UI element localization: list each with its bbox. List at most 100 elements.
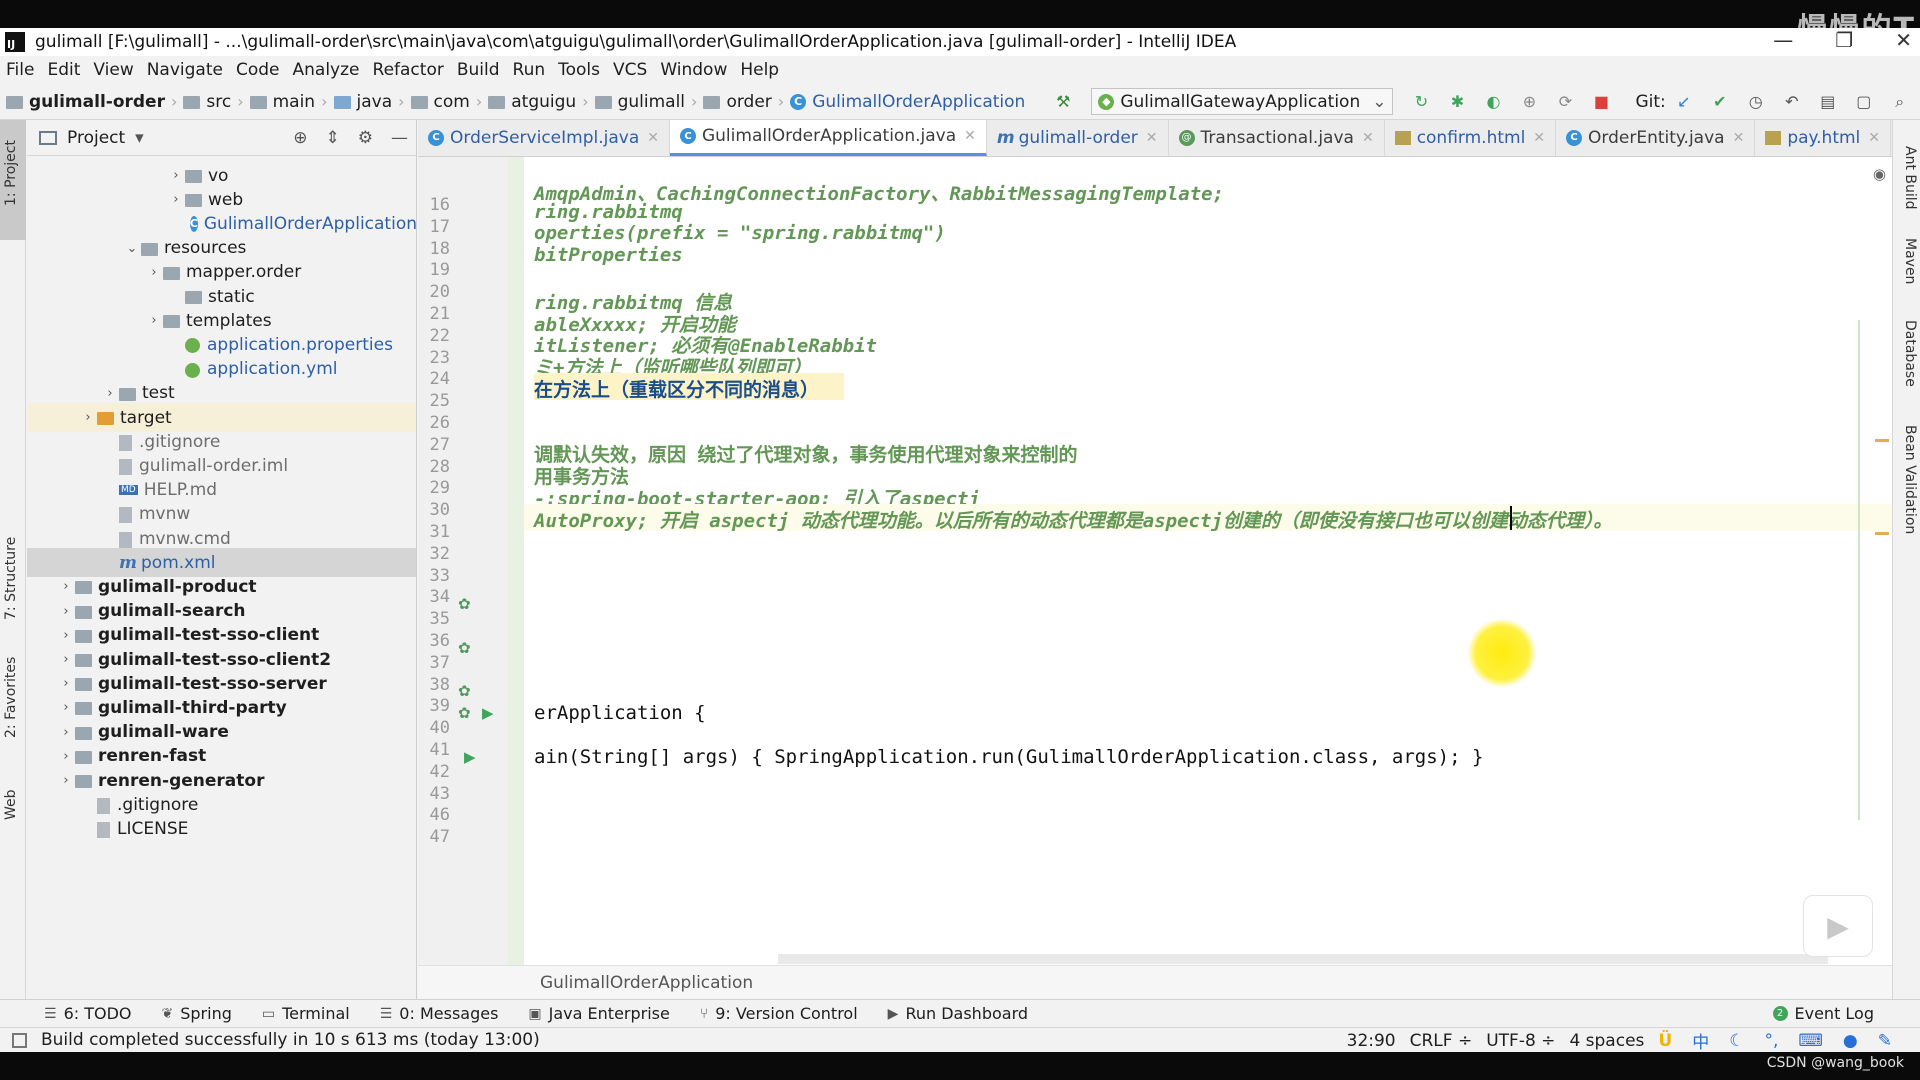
tool-window-project[interactable]: 1: Project [3, 140, 19, 206]
menu-analyze[interactable]: Analyze [293, 60, 360, 80]
search-icon[interactable]: ⌕ [1888, 90, 1912, 114]
menu-vcs[interactable]: VCS [613, 60, 647, 80]
tool-window-favorites[interactable]: 2: Favorites [3, 657, 19, 738]
layout-icon[interactable]: ▢ [1852, 90, 1876, 114]
expand-arrow-icon[interactable]: › [57, 749, 75, 764]
expand-arrow-icon[interactable]: › [57, 773, 75, 788]
status-toggle-icon[interactable] [12, 1032, 27, 1048]
git-commit-icon[interactable]: ✔ [1708, 90, 1732, 114]
line-separator[interactable]: CRLF ÷ [1410, 1031, 1473, 1051]
nav-project[interactable]: gulimall-order [6, 92, 165, 112]
expand-arrow-icon[interactable]: › [145, 313, 163, 328]
menu-build[interactable]: Build [457, 60, 500, 80]
close-icon[interactable]: ✕ [1533, 130, 1545, 146]
expand-arrow-icon[interactable]: › [167, 192, 185, 207]
tool-window-maven[interactable]: Maven [1902, 238, 1918, 284]
menu-view[interactable]: View [93, 60, 133, 80]
tool-messages[interactable]: ☰ 0: Messages [380, 1004, 499, 1023]
nav-crumb-java[interactable]: java [357, 92, 393, 112]
nav-crumb-main[interactable]: main [273, 92, 315, 112]
maximize-icon[interactable]: ❐ [1835, 28, 1853, 52]
run-config-select[interactable]: ◆ GulimallGatewayApplication ⌄ [1091, 88, 1394, 115]
menu-help[interactable]: Help [740, 60, 779, 80]
expand-arrow-icon[interactable]: ⌄ [123, 241, 141, 256]
expand-arrow-icon[interactable]: › [57, 676, 75, 691]
menu-edit[interactable]: Edit [47, 60, 80, 80]
menu-file[interactable]: File [6, 60, 34, 80]
gear-icon[interactable]: ⚙ [358, 128, 373, 148]
tool-window-structure[interactable]: 7: Structure [3, 537, 19, 620]
tool-window-bean-validation[interactable]: Bean Validation [1902, 425, 1918, 534]
ime-toolbar[interactable]: Ü 中 ☾ °, ⌨ ● ✎ [1658, 1028, 1906, 1053]
expand-arrow-icon[interactable]: › [57, 579, 75, 594]
menu-run[interactable]: Run [513, 60, 546, 80]
expand-arrow-icon[interactable]: › [57, 628, 75, 643]
nav-crumb-gulimall[interactable]: gulimall [618, 92, 685, 112]
close-icon[interactable]: ✕ [1362, 130, 1374, 146]
close-icon[interactable]: ✕ [1733, 130, 1745, 146]
expand-arrow-icon[interactable]: › [167, 168, 185, 183]
git-rollback-icon[interactable]: ↶ [1780, 90, 1804, 114]
tool-window-web[interactable]: Web [3, 789, 19, 820]
tab-gulimall-order-pom[interactable]: m gulimall-order ✕ [987, 120, 1169, 156]
tab-order-service-impl[interactable]: C OrderServiceImpl.java ✕ [418, 120, 670, 156]
tool-spring[interactable]: ❦ Spring [162, 1004, 232, 1023]
debug-icon[interactable]: ✱ [1445, 90, 1469, 114]
menu-refactor[interactable]: Refactor [373, 60, 444, 80]
menu-window[interactable]: Window [660, 60, 727, 80]
stop-icon[interactable]: ■ [1589, 90, 1613, 114]
minimize-icon[interactable]: — [1773, 28, 1793, 52]
indent-setting[interactable]: 4 spaces [1569, 1031, 1644, 1051]
nav-crumb-class[interactable]: GulimallOrderApplication [812, 92, 1025, 112]
collapse-all-icon[interactable]: ⇕ [326, 128, 340, 148]
expand-arrow-icon[interactable]: › [57, 725, 75, 740]
tree-item[interactable]: LICENSE [27, 814, 416, 843]
tool-window-database[interactable]: Database [1902, 320, 1918, 387]
nav-crumb-src[interactable]: src [206, 92, 231, 112]
hide-panel-icon[interactable]: — [391, 128, 408, 148]
editor-gutter[interactable]: 16 17 18 19 20 21 22 23 24 25 26 27 28 29 30 31 32 33 34 35… [418, 157, 508, 965]
project-structure-icon[interactable]: ▤ [1816, 90, 1840, 114]
tab-gulimall-order-application[interactable]: C GulimallOrderApplication.java ✕ [669, 120, 987, 156]
tool-window-ant-build[interactable]: Ant Build [1902, 146, 1918, 210]
menu-navigate[interactable]: Navigate [147, 60, 223, 80]
expand-arrow-icon[interactable]: › [57, 652, 75, 667]
close-icon[interactable]: ✕ [1868, 130, 1880, 146]
spring-bean-gutter-icon[interactable]: ✿ [458, 682, 471, 700]
profile-icon[interactable]: ⊕ [1517, 90, 1541, 114]
caret-position[interactable]: 32:90 [1347, 1031, 1396, 1051]
update-app-icon[interactable]: ⟳ [1553, 90, 1577, 114]
expand-arrow-icon[interactable]: › [57, 700, 75, 715]
tab-order-entity[interactable]: C OrderEntity.java ✕ [1556, 120, 1756, 156]
close-icon[interactable]: ✕ [1146, 130, 1158, 146]
nav-crumb-order[interactable]: order [726, 92, 771, 112]
menu-code[interactable]: Code [236, 60, 280, 80]
ime-language[interactable]: 中 [1692, 1028, 1709, 1052]
tool-version-control[interactable]: ⑂ 9: Version Control [700, 1004, 858, 1023]
tab-pay-html[interactable]: pay.html ✕ [1755, 120, 1892, 156]
build-hammer-icon[interactable]: ⚒ [1051, 90, 1075, 114]
editor-breadcrumb[interactable]: GulimallOrderApplication [418, 965, 1892, 999]
spring-bean-gutter-icon[interactable]: ✿ [458, 704, 471, 722]
nav-crumb-com[interactable]: com [434, 92, 470, 112]
close-icon[interactable]: ✕ [647, 130, 659, 146]
coverage-icon[interactable]: ◐ [1481, 90, 1505, 114]
tool-todo[interactable]: ☰ 6: TODO [44, 1004, 132, 1023]
nav-crumb-atguigu[interactable]: atguigu [511, 92, 576, 112]
run-gutter-icon[interactable]: ▶ [464, 748, 476, 766]
expand-arrow-icon[interactable]: › [145, 265, 163, 280]
project-view-select[interactable]: Project [67, 128, 125, 148]
chevron-down-icon[interactable]: ▾ [135, 128, 144, 148]
tab-transactional[interactable]: @ Transactional.java ✕ [1169, 120, 1385, 156]
tool-terminal[interactable]: ▭ Terminal [262, 1004, 350, 1023]
tool-event-log[interactable]: 2 Event Log [1772, 1004, 1874, 1023]
rerun-icon[interactable]: ↻ [1409, 90, 1433, 114]
run-gutter-icon[interactable]: ▶ [482, 704, 494, 722]
locate-icon[interactable]: ⊕ [293, 128, 307, 148]
close-icon[interactable]: ✕ [964, 128, 976, 144]
tool-run-dashboard[interactable]: ▶ Run Dashboard [888, 1004, 1028, 1023]
git-history-icon[interactable]: ◷ [1744, 90, 1768, 114]
eye-icon[interactable]: ◉ [1873, 165, 1886, 183]
expand-arrow-icon[interactable]: › [79, 410, 97, 425]
file-encoding[interactable]: UTF-8 ÷ [1486, 1031, 1555, 1051]
